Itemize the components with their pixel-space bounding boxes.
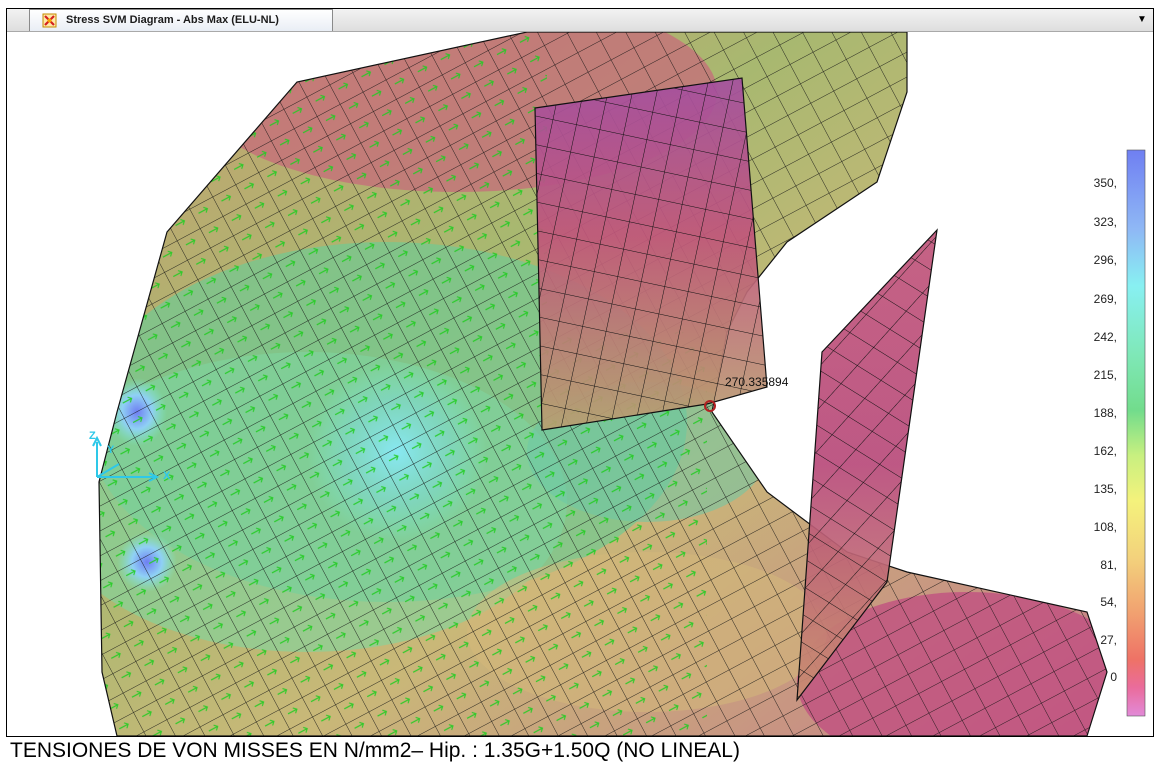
legend-value: 188, bbox=[1093, 406, 1117, 420]
legend-value: 108, bbox=[1093, 520, 1117, 534]
model-viewport[interactable]: 270.335894 Z Y X 350, 323, 296, 269, 242… bbox=[7, 32, 1153, 736]
tab-stress-svm-diagram[interactable]: Stress SVM Diagram - Abs Max (ELU-NL) bbox=[29, 9, 333, 31]
legend-value: 81, bbox=[1100, 558, 1117, 572]
legend-value: 323, bbox=[1093, 215, 1117, 229]
legend-value: 350, bbox=[1093, 176, 1117, 190]
legend-value: 54, bbox=[1100, 595, 1117, 609]
legend-value: 0 bbox=[1110, 670, 1117, 684]
probe-value-label: 270.335894 bbox=[725, 375, 789, 389]
legend-value: 269, bbox=[1093, 292, 1117, 306]
legend-value: 296, bbox=[1093, 253, 1117, 267]
legend-value: 135, bbox=[1093, 482, 1117, 496]
legend-value: 242, bbox=[1093, 330, 1117, 344]
chevron-down-icon[interactable]: ▼ bbox=[1135, 13, 1149, 27]
legend-value: 162, bbox=[1093, 444, 1117, 458]
tab-title: Stress SVM Diagram - Abs Max (ELU-NL) bbox=[66, 14, 279, 26]
diagram-window: Stress SVM Diagram - Abs Max (ELU-NL) ▼ bbox=[6, 8, 1154, 737]
legend-value: 27, bbox=[1100, 633, 1117, 647]
figure-caption: TENSIONES DE VON MISSES EN N/mm2– Hip. :… bbox=[10, 739, 740, 762]
legend-value: 215, bbox=[1093, 368, 1117, 382]
axis-label-y: Y bbox=[107, 444, 115, 456]
legend-color-bar bbox=[1126, 149, 1146, 717]
stress-contour-view[interactable] bbox=[7, 32, 1153, 736]
axis-label-x: X bbox=[163, 470, 171, 482]
axis-label-z: Z bbox=[89, 430, 96, 442]
stress-diagram-icon bbox=[42, 13, 57, 28]
tab-bar: Stress SVM Diagram - Abs Max (ELU-NL) ▼ bbox=[7, 9, 1153, 32]
